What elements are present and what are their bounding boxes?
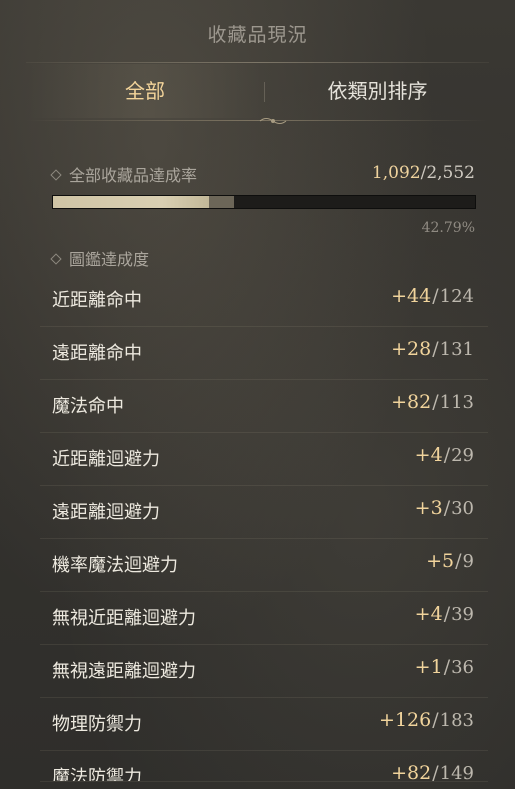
stat-value: +126/183 (379, 709, 474, 731)
stat-max: 30 (451, 498, 474, 519)
overall-count: 1,092/2,552 (372, 163, 475, 183)
stat-label: 遠距離迴避力 (52, 502, 160, 523)
stat-bonus: +5 (426, 550, 455, 572)
stat-bonus: +82 (391, 762, 432, 782)
overall-percent: 42.79% (421, 220, 475, 236)
tab-bar: 全部 依類別排序 (26, 64, 491, 124)
stat-label: 遠距離命中 (52, 343, 142, 364)
list-item: 物理防禦力 +126/183 (40, 698, 488, 751)
overall-total: 2,552 (426, 163, 475, 183)
stat-bonus: +82 (391, 391, 432, 413)
list-item: 無視近距離迴避力 +4/39 (40, 592, 488, 645)
stat-max: 113 (439, 392, 474, 413)
tab-sort-by-category[interactable]: 依類別排序 (264, 64, 491, 118)
stat-max: 131 (439, 339, 474, 360)
progress-fill-edge (208, 196, 234, 208)
stat-value: +44/124 (391, 285, 474, 307)
stat-separator: / (443, 497, 451, 519)
codex-label: 圖鑑達成度 (69, 250, 150, 269)
stat-value: +5/9 (426, 550, 474, 572)
stat-bonus: +4 (414, 444, 443, 466)
list-item: 遠距離命中 +28/131 (40, 327, 488, 380)
stat-label: 無視遠距離迴避力 (52, 661, 196, 682)
stat-separator: / (432, 391, 439, 413)
stat-separator: / (455, 550, 462, 572)
ornament-icon (259, 118, 287, 124)
stat-separator: / (432, 762, 439, 782)
stat-separator: / (443, 603, 451, 625)
overall-section-header: 全部收藏品達成率 (50, 162, 198, 186)
stat-value: +28/131 (391, 338, 474, 360)
stat-label: 魔法防禦力 (52, 767, 142, 782)
list-item: 魔法防禦力 +82/149 (40, 751, 488, 782)
stat-max: 124 (439, 286, 474, 307)
stat-separator: / (432, 338, 439, 360)
list-item: 近距離命中 +44/124 (40, 274, 488, 327)
diamond-icon (50, 253, 62, 265)
stat-bonus: +28 (391, 338, 432, 360)
stat-value: +4/29 (415, 444, 474, 466)
stat-max: 9 (462, 551, 474, 572)
list-item: 魔法命中 +82/113 (40, 380, 488, 433)
stat-bonus: +126 (379, 709, 432, 731)
stat-value: +82/113 (391, 391, 474, 413)
tab-all[interactable]: 全部 (26, 64, 264, 118)
stat-separator: / (432, 285, 439, 307)
list-item: 近距離迴避力 +4/29 (40, 433, 488, 486)
overall-label: 全部收藏品達成率 (69, 166, 198, 185)
stat-bonus: +44 (391, 285, 432, 307)
stat-label: 機率魔法迴避力 (52, 555, 178, 576)
list-item: 遠距離迴避力 +3/30 (40, 486, 488, 539)
stat-bonus: +3 (414, 497, 443, 519)
progress-fill (53, 196, 209, 208)
stat-max: 39 (451, 604, 474, 625)
stat-value: +4/39 (415, 603, 474, 625)
codex-stat-list[interactable]: 近距離命中 +44/124 遠距離命中 +28/131 魔法命中 +82/113… (40, 274, 488, 782)
stat-separator: / (432, 709, 439, 731)
stat-label: 魔法命中 (52, 396, 124, 417)
codex-section-header: 圖鑑達成度 (50, 246, 150, 270)
collection-status-panel: 收藏品現況 全部 依類別排序 全部收藏品達成率 1,092/2,552 42.7… (0, 0, 515, 789)
overall-progress-bar (52, 195, 476, 209)
stat-value: +1/36 (415, 656, 474, 678)
stat-value: +82/149 (391, 762, 474, 782)
title-divider (26, 62, 489, 63)
stat-label: 近距離迴避力 (52, 449, 160, 470)
list-item: 機率魔法迴避力 +5/9 (40, 539, 488, 592)
stat-label: 物理防禦力 (52, 714, 142, 735)
panel-title: 收藏品現況 (207, 24, 308, 46)
stat-separator: / (443, 656, 451, 678)
stat-bonus: +1 (414, 656, 443, 678)
stat-max: 36 (451, 657, 474, 678)
stat-label: 無視近距離迴避力 (52, 608, 196, 629)
stat-max: 149 (439, 763, 474, 782)
stat-max: 29 (451, 445, 474, 466)
stat-max: 183 (439, 710, 474, 731)
stat-value: +3/30 (415, 497, 474, 519)
stat-bonus: +4 (414, 603, 443, 625)
stat-label: 近距離命中 (52, 290, 142, 311)
overall-current: 1,092 (371, 163, 421, 183)
stat-separator: / (443, 444, 451, 466)
diamond-icon (50, 169, 62, 181)
list-item: 無視遠距離迴避力 +1/36 (40, 645, 488, 698)
